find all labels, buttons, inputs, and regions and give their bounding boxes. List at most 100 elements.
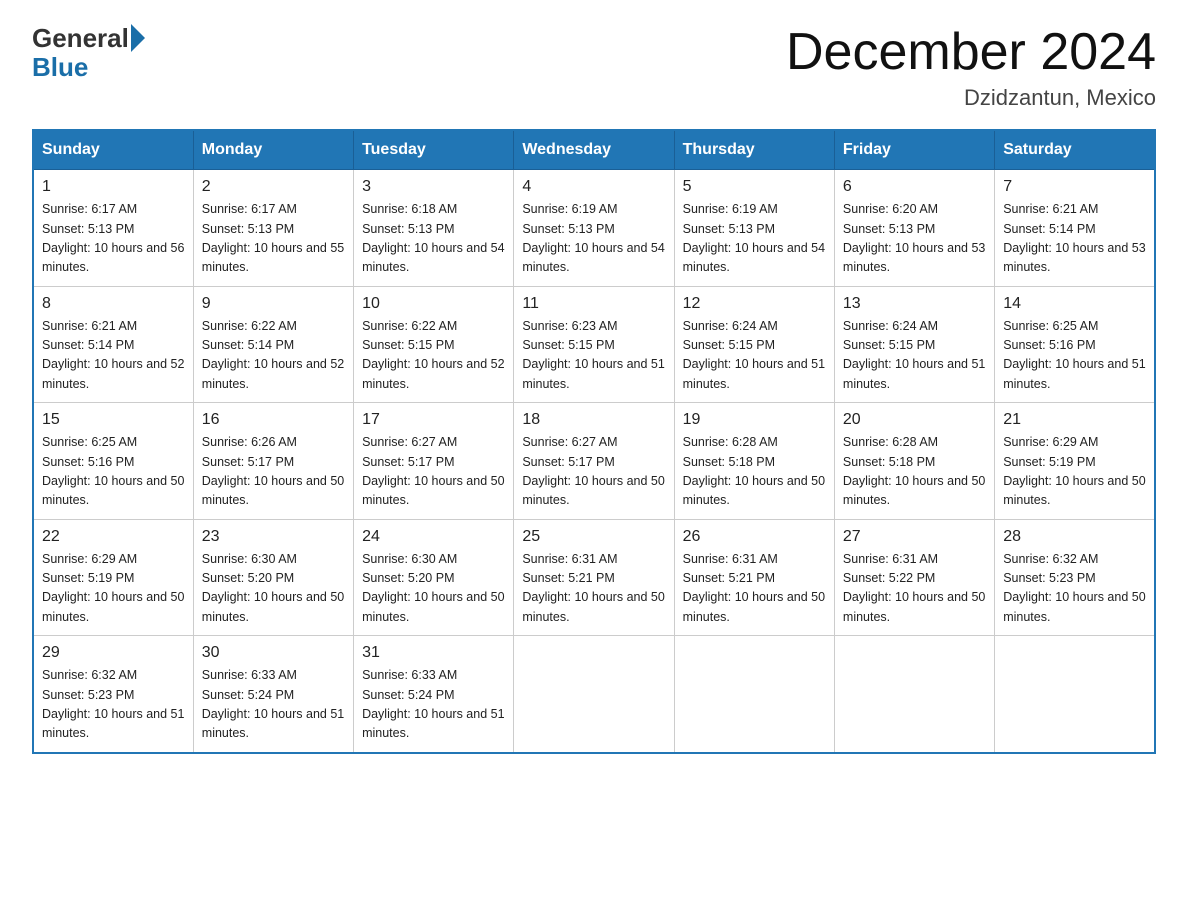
day-info: Sunrise: 6:22 AMSunset: 5:15 PMDaylight:… bbox=[362, 319, 504, 391]
day-info: Sunrise: 6:31 AMSunset: 5:22 PMDaylight:… bbox=[843, 552, 985, 624]
day-number: 10 bbox=[362, 295, 505, 313]
calendar-cell: 27 Sunrise: 6:31 AMSunset: 5:22 PMDayligh… bbox=[834, 519, 994, 636]
day-header-saturday: Saturday bbox=[995, 130, 1155, 170]
day-info: Sunrise: 6:21 AMSunset: 5:14 PMDaylight:… bbox=[42, 319, 184, 391]
day-number: 17 bbox=[362, 411, 505, 429]
calendar-cell: 18 Sunrise: 6:27 AMSunset: 5:17 PMDayligh… bbox=[514, 403, 674, 520]
calendar-cell: 10 Sunrise: 6:22 AMSunset: 5:15 PMDayligh… bbox=[354, 286, 514, 403]
day-number: 21 bbox=[1003, 411, 1146, 429]
day-number: 13 bbox=[843, 295, 986, 313]
calendar-cell: 9Sunrise: 6:22 AMSunset: 5:14 PMDaylight… bbox=[193, 286, 353, 403]
day-number: 1 bbox=[42, 178, 185, 196]
day-info: Sunrise: 6:29 AMSunset: 5:19 PMDaylight:… bbox=[42, 552, 184, 624]
logo: General Blue bbox=[32, 24, 147, 83]
calendar-cell: 11 Sunrise: 6:23 AMSunset: 5:15 PMDayligh… bbox=[514, 286, 674, 403]
calendar-header-row: SundayMondayTuesdayWednesdayThursdayFrid… bbox=[33, 130, 1155, 170]
day-info: Sunrise: 6:23 AMSunset: 5:15 PMDaylight:… bbox=[522, 319, 664, 391]
day-header-wednesday: Wednesday bbox=[514, 130, 674, 170]
calendar-cell: 31Sunrise: 6:33 AMSunset: 5:24 PMDayligh… bbox=[354, 636, 514, 753]
page-header: General Blue December 2024 Dzidzantun, M… bbox=[32, 24, 1156, 111]
calendar-cell: 7 Sunrise: 6:21 AMSunset: 5:14 PMDaylight… bbox=[995, 170, 1155, 287]
day-number: 12 bbox=[683, 295, 826, 313]
day-info: Sunrise: 6:27 AMSunset: 5:17 PMDaylight:… bbox=[362, 435, 504, 507]
day-number: 14 bbox=[1003, 295, 1146, 313]
day-number: 9 bbox=[202, 295, 345, 313]
calendar-cell: 23Sunrise: 6:30 AMSunset: 5:20 PMDayligh… bbox=[193, 519, 353, 636]
day-info: Sunrise: 6:28 AMSunset: 5:18 PMDaylight:… bbox=[843, 435, 985, 507]
day-number: 29 bbox=[42, 644, 185, 662]
calendar-week-row: 8 Sunrise: 6:21 AMSunset: 5:14 PMDaylight… bbox=[33, 286, 1155, 403]
day-header-friday: Friday bbox=[834, 130, 994, 170]
day-header-monday: Monday bbox=[193, 130, 353, 170]
day-number: 25 bbox=[522, 528, 665, 546]
day-info: Sunrise: 6:17 AMSunset: 5:13 PMDaylight:… bbox=[202, 202, 344, 274]
day-number: 24 bbox=[362, 528, 505, 546]
day-info: Sunrise: 6:18 AMSunset: 5:13 PMDaylight:… bbox=[362, 202, 504, 274]
day-number: 11 bbox=[522, 295, 665, 313]
day-info: Sunrise: 6:17 AMSunset: 5:13 PMDaylight:… bbox=[42, 202, 184, 274]
day-info: Sunrise: 6:24 AMSunset: 5:15 PMDaylight:… bbox=[843, 319, 985, 391]
calendar-table: SundayMondayTuesdayWednesdayThursdayFrid… bbox=[32, 129, 1156, 754]
calendar-cell: 13 Sunrise: 6:24 AMSunset: 5:15 PMDayligh… bbox=[834, 286, 994, 403]
day-header-thursday: Thursday bbox=[674, 130, 834, 170]
calendar-week-row: 15Sunrise: 6:25 AMSunset: 5:16 PMDayligh… bbox=[33, 403, 1155, 520]
day-number: 2 bbox=[202, 178, 345, 196]
day-number: 7 bbox=[1003, 178, 1146, 196]
day-info: Sunrise: 6:24 AMSunset: 5:15 PMDaylight:… bbox=[683, 319, 825, 391]
calendar-cell bbox=[834, 636, 994, 753]
day-info: Sunrise: 6:19 AMSunset: 5:13 PMDaylight:… bbox=[522, 202, 664, 274]
day-info: Sunrise: 6:27 AMSunset: 5:17 PMDaylight:… bbox=[522, 435, 664, 507]
day-number: 5 bbox=[683, 178, 826, 196]
calendar-cell: 15Sunrise: 6:25 AMSunset: 5:16 PMDayligh… bbox=[33, 403, 193, 520]
day-number: 6 bbox=[843, 178, 986, 196]
day-info: Sunrise: 6:26 AMSunset: 5:17 PMDaylight:… bbox=[202, 435, 344, 507]
day-number: 19 bbox=[683, 411, 826, 429]
calendar-cell: 4 Sunrise: 6:19 AMSunset: 5:13 PMDaylight… bbox=[514, 170, 674, 287]
calendar-week-row: 22 Sunrise: 6:29 AMSunset: 5:19 PMDayligh… bbox=[33, 519, 1155, 636]
logo-general-text: General bbox=[32, 25, 129, 51]
calendar-cell: 14 Sunrise: 6:25 AMSunset: 5:16 PMDayligh… bbox=[995, 286, 1155, 403]
calendar-cell: 21Sunrise: 6:29 AMSunset: 5:19 PMDayligh… bbox=[995, 403, 1155, 520]
calendar-cell: 17 Sunrise: 6:27 AMSunset: 5:17 PMDayligh… bbox=[354, 403, 514, 520]
day-info: Sunrise: 6:25 AMSunset: 5:16 PMDaylight:… bbox=[1003, 319, 1145, 391]
day-info: Sunrise: 6:20 AMSunset: 5:13 PMDaylight:… bbox=[843, 202, 985, 274]
calendar-week-row: 1 Sunrise: 6:17 AMSunset: 5:13 PMDaylight… bbox=[33, 170, 1155, 287]
calendar-cell: 29Sunrise: 6:32 AMSunset: 5:23 PMDayligh… bbox=[33, 636, 193, 753]
day-info: Sunrise: 6:21 AMSunset: 5:14 PMDaylight:… bbox=[1003, 202, 1145, 274]
logo-blue-text: Blue bbox=[32, 52, 88, 83]
day-number: 3 bbox=[362, 178, 505, 196]
calendar-cell: 19Sunrise: 6:28 AMSunset: 5:18 PMDayligh… bbox=[674, 403, 834, 520]
day-number: 31 bbox=[362, 644, 505, 662]
day-number: 16 bbox=[202, 411, 345, 429]
day-number: 23 bbox=[202, 528, 345, 546]
day-number: 30 bbox=[202, 644, 345, 662]
calendar-cell: 12 Sunrise: 6:24 AMSunset: 5:15 PMDayligh… bbox=[674, 286, 834, 403]
day-number: 8 bbox=[42, 295, 185, 313]
title-block: December 2024 Dzidzantun, Mexico bbox=[786, 24, 1156, 111]
calendar-cell: 22 Sunrise: 6:29 AMSunset: 5:19 PMDayligh… bbox=[33, 519, 193, 636]
day-info: Sunrise: 6:19 AMSunset: 5:13 PMDaylight:… bbox=[683, 202, 825, 274]
day-number: 4 bbox=[522, 178, 665, 196]
day-number: 28 bbox=[1003, 528, 1146, 546]
calendar-week-row: 29Sunrise: 6:32 AMSunset: 5:23 PMDayligh… bbox=[33, 636, 1155, 753]
day-number: 26 bbox=[683, 528, 826, 546]
day-info: Sunrise: 6:31 AMSunset: 5:21 PMDaylight:… bbox=[522, 552, 664, 624]
calendar-cell bbox=[514, 636, 674, 753]
calendar-cell bbox=[674, 636, 834, 753]
calendar-cell: 20Sunrise: 6:28 AMSunset: 5:18 PMDayligh… bbox=[834, 403, 994, 520]
day-header-tuesday: Tuesday bbox=[354, 130, 514, 170]
day-number: 27 bbox=[843, 528, 986, 546]
calendar-cell bbox=[995, 636, 1155, 753]
day-info: Sunrise: 6:33 AMSunset: 5:24 PMDaylight:… bbox=[202, 668, 344, 740]
calendar-cell: 1 Sunrise: 6:17 AMSunset: 5:13 PMDaylight… bbox=[33, 170, 193, 287]
calendar-cell: 6 Sunrise: 6:20 AMSunset: 5:13 PMDaylight… bbox=[834, 170, 994, 287]
day-number: 22 bbox=[42, 528, 185, 546]
day-info: Sunrise: 6:30 AMSunset: 5:20 PMDaylight:… bbox=[362, 552, 504, 624]
day-number: 18 bbox=[522, 411, 665, 429]
calendar-cell: 3 Sunrise: 6:18 AMSunset: 5:13 PMDaylight… bbox=[354, 170, 514, 287]
calendar-cell: 24 Sunrise: 6:30 AMSunset: 5:20 PMDayligh… bbox=[354, 519, 514, 636]
calendar-cell: 30 Sunrise: 6:33 AMSunset: 5:24 PMDayligh… bbox=[193, 636, 353, 753]
location-subtitle: Dzidzantun, Mexico bbox=[786, 85, 1156, 111]
day-info: Sunrise: 6:25 AMSunset: 5:16 PMDaylight:… bbox=[42, 435, 184, 507]
logo-arrow-icon bbox=[131, 24, 145, 52]
